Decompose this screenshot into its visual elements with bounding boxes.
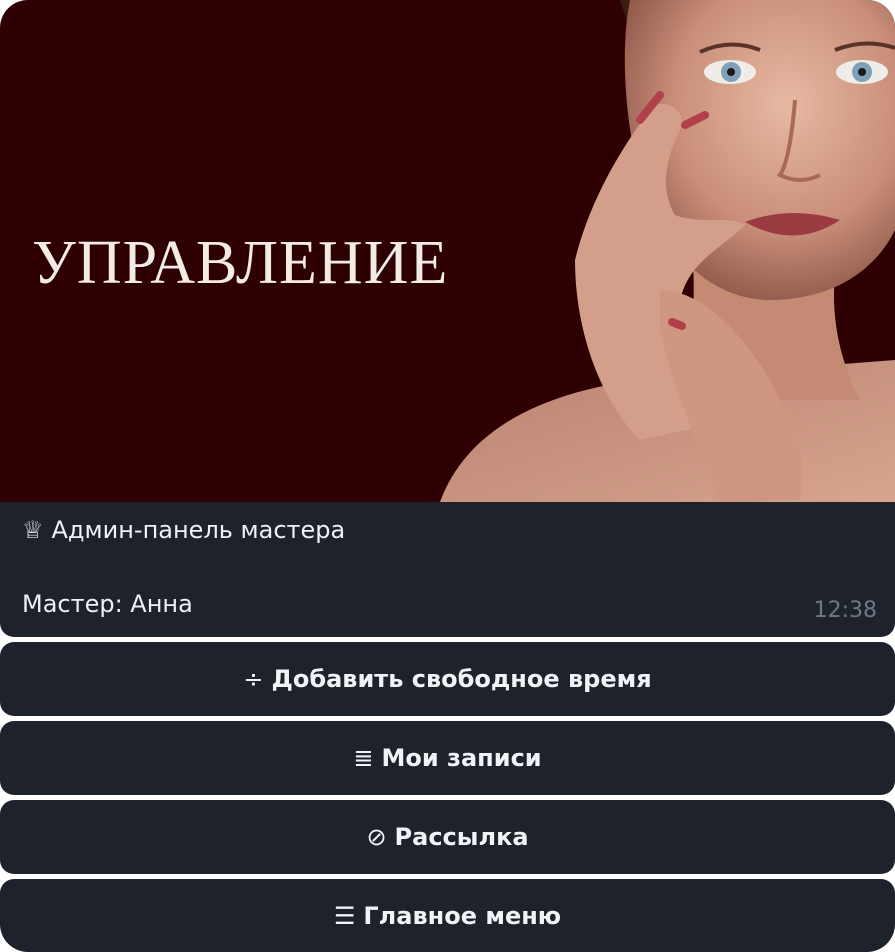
message-time: 12:38	[813, 598, 877, 623]
broadcast-icon: ⊘	[366, 823, 387, 851]
broadcast-label: Рассылка	[394, 823, 529, 851]
chat-card: УПРАВЛЕНИЕ ♕ Админ-панель мастера Мастер:…	[0, 0, 895, 952]
list-icon: ≣	[353, 744, 374, 772]
add-icon: ÷	[243, 665, 264, 693]
main-menu-label: Главное меню	[363, 902, 562, 930]
banner-title: УПРАВЛЕНИЕ	[32, 229, 449, 297]
broadcast-button[interactable]: ⊘ Рассылка	[0, 800, 895, 874]
menu-icon: ☰	[333, 902, 356, 930]
admin-panel-label: Админ-панель мастера	[51, 516, 346, 544]
add-free-time-label: Добавить свободное время	[271, 665, 652, 693]
add-free-time-button[interactable]: ÷ Добавить свободное время	[0, 642, 895, 716]
main-menu-button[interactable]: ☰ Главное меню	[0, 879, 895, 952]
my-bookings-label: Мои записи	[381, 744, 542, 772]
crown-icon: ♕	[22, 516, 44, 544]
my-bookings-button[interactable]: ≣ Мои записи	[0, 721, 895, 795]
banner-image: УПРАВЛЕНИЕ	[0, 0, 895, 502]
master-name: Мастер: Анна	[22, 590, 193, 618]
message-bubble: ♕ Админ-панель мастера Мастер: Анна 12:38	[0, 502, 895, 637]
admin-panel-heading: ♕ Админ-панель мастера	[22, 516, 345, 544]
